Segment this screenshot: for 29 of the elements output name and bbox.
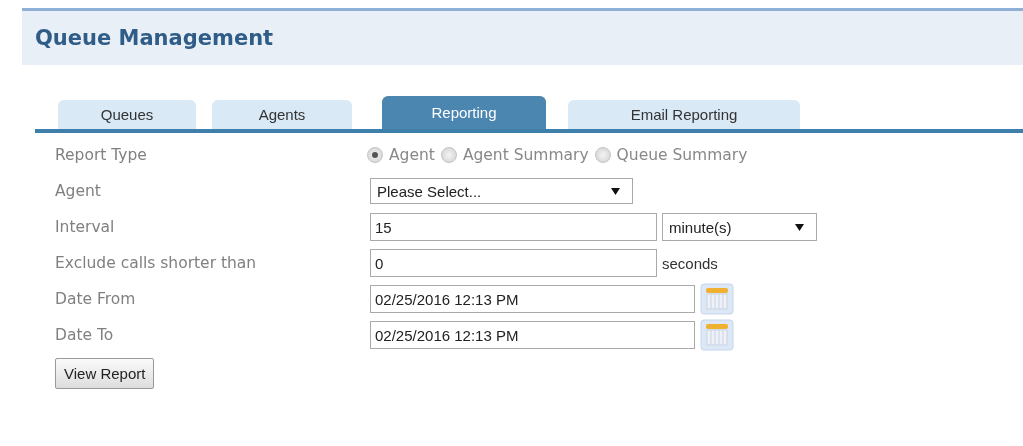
- unit-dropdown[interactable]: minute(s): [662, 213, 817, 241]
- tab[interactable]: Agents: [212, 100, 352, 129]
- page-title: Queue Management: [35, 26, 274, 50]
- date-field[interactable]: 02/25/2016 12:13 PM: [370, 321, 695, 349]
- date-field[interactable]: 02/25/2016 12:13 PM: [370, 285, 695, 313]
- interval-field[interactable]: 15: [370, 213, 657, 241]
- radio-button[interactable]: [440, 147, 457, 163]
- radio-label: Queue Summary: [616, 146, 748, 164]
- agent-dropdown[interactable]: Please Select...: [370, 178, 633, 204]
- tab[interactable]: Reporting: [382, 96, 546, 129]
- radio-label: Agent: [389, 146, 435, 164]
- caret-icon: [611, 187, 620, 195]
- field-label: Report Type: [55, 145, 148, 166]
- view-report-button[interactable]: View Report: [55, 358, 155, 389]
- tab[interactable]: Queues: [58, 100, 196, 129]
- radio-label: Agent Summary: [462, 146, 589, 164]
- unit-label: seconds: [662, 254, 718, 272]
- duration-field[interactable]: 0: [370, 249, 657, 277]
- field-label: Exclude calls shorter than: [55, 253, 258, 274]
- calendar-icon[interactable]: [700, 283, 734, 315]
- radio-button[interactable]: [367, 147, 383, 163]
- field-label: Interval: [55, 217, 116, 238]
- caret-icon: [795, 223, 804, 231]
- field-label: Agent: [55, 181, 102, 202]
- field-label: Date To: [55, 325, 115, 346]
- radio-button[interactable]: [594, 147, 611, 163]
- field-label: Date From: [55, 289, 137, 310]
- calendar-icon[interactable]: [700, 319, 734, 351]
- tab[interactable]: Email Reporting: [568, 100, 800, 129]
